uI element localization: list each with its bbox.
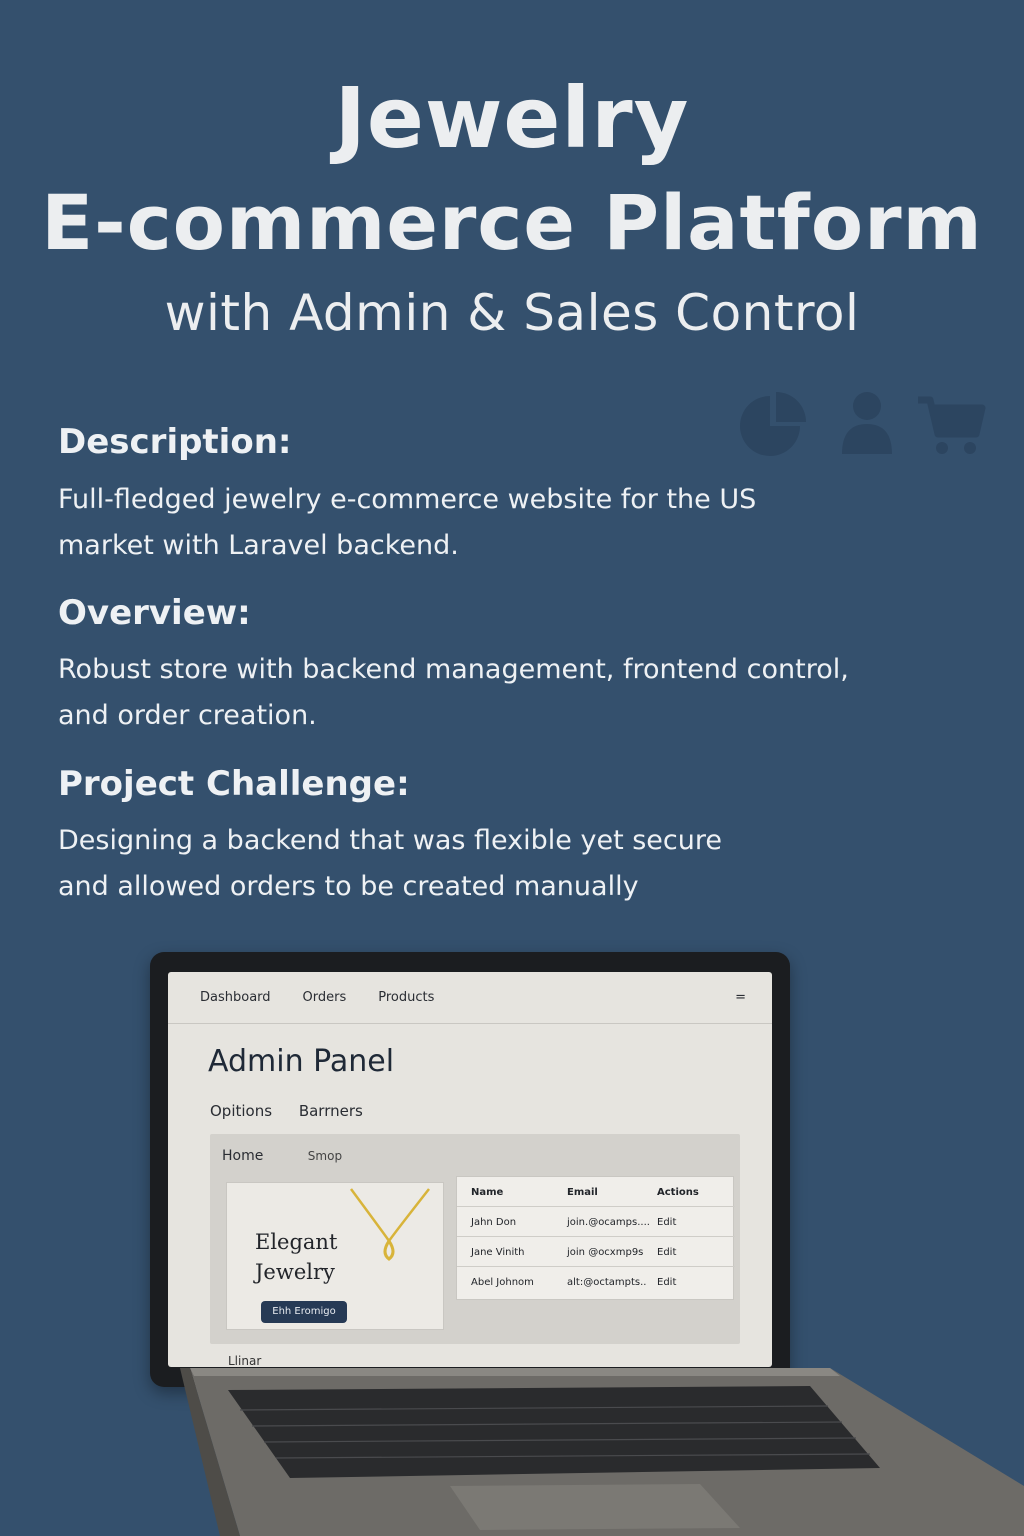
edit-link[interactable]: Edit <box>657 1277 676 1288</box>
table-row: Jane Vinith join @ocxmp9s Edit <box>457 1237 735 1267</box>
header-name: Name <box>471 1187 504 1198</box>
edit-link[interactable]: Edit <box>657 1247 676 1258</box>
users-table: Name Email Actions Jahn Don join.@ocamps… <box>456 1176 735 1300</box>
laptop-keyboard-base <box>180 1368 1024 1536</box>
nav-products[interactable]: Products <box>378 990 434 1005</box>
cart-icon <box>918 396 986 454</box>
header-actions: Actions <box>657 1187 699 1198</box>
edit-link[interactable]: Edit <box>657 1217 676 1228</box>
overview-line-1: Robust store with backend management, fr… <box>58 654 849 685</box>
description-line-2: market with Laravel backend. <box>58 530 459 561</box>
preview-nav-shop[interactable]: Smop <box>308 1149 342 1163</box>
hero-headline: Elegant Jewelry <box>255 1227 337 1287</box>
screen-footer-text: Llinar <box>228 1354 262 1367</box>
hero-line-1: Elegant <box>255 1230 338 1254</box>
cell-email: join @ocxmp9s <box>567 1247 644 1258</box>
challenge-line-1: Designing a backend that was flexible ye… <box>58 825 722 856</box>
overview-line-2: and order creation. <box>58 700 317 731</box>
table-row: Abel Johnom alt:@octampts.. Edit <box>457 1267 735 1297</box>
nav-orders[interactable]: Orders <box>303 990 347 1005</box>
cell-email: alt:@octampts.. <box>567 1277 647 1288</box>
menu-icon[interactable]: = <box>735 990 746 1005</box>
hero-button[interactable]: Ehh Eromigo <box>261 1301 347 1323</box>
feature-icons <box>738 388 988 468</box>
cell-email: join.@ocamps.... <box>567 1217 650 1228</box>
pie-chart-icon <box>740 392 806 456</box>
admin-subtabs: Opitions Barrners <box>210 1102 385 1120</box>
necklace-icon <box>349 1188 430 1261</box>
hero-banner: Elegant Jewelry Ehh Eromigo <box>226 1182 444 1330</box>
header-email: Email <box>567 1187 598 1198</box>
laptop-screen: Dashboard Orders Products = Admin Panel … <box>168 972 772 1367</box>
table-header: Name Email Actions <box>457 1177 735 1207</box>
tab-options[interactable]: Opitions <box>210 1102 272 1120</box>
nav-dashboard[interactable]: Dashboard <box>200 990 271 1005</box>
user-icon <box>842 392 892 454</box>
store-preview-nav: Home Smop <box>222 1148 382 1164</box>
tab-banners[interactable]: Barrners <box>299 1102 363 1120</box>
overview-heading: Overview: <box>58 593 251 633</box>
description-line-1: Full-fledged jewelry e-commerce website … <box>58 484 757 515</box>
title-line-2: E-commerce Platform <box>41 178 983 267</box>
laptop-mockup: Dashboard Orders Products = Admin Panel … <box>0 940 1024 1536</box>
cell-name: Jane Vinith <box>471 1247 525 1258</box>
laptop-lid: Dashboard Orders Products = Admin Panel … <box>150 952 790 1387</box>
cell-name: Abel Johnom <box>471 1277 534 1288</box>
cell-name: Jahn Don <box>471 1217 517 1228</box>
hero-line-2: Jewelry <box>255 1260 335 1284</box>
admin-nav: Dashboard Orders Products = <box>168 972 772 1024</box>
admin-panel-title: Admin Panel <box>208 1044 395 1079</box>
title-line-1: Jewelry <box>334 69 690 167</box>
table-row: Jahn Don join.@ocamps.... Edit <box>457 1207 735 1237</box>
subtitle: with Admin & Sales Control <box>164 284 860 342</box>
challenge-heading: Project Challenge: <box>58 764 410 804</box>
description-heading: Description: <box>58 422 292 462</box>
preview-nav-home[interactable]: Home <box>222 1148 263 1164</box>
challenge-line-2: and allowed orders to be created manuall… <box>58 871 639 902</box>
preview-panel: Home Smop Elegant Jewelry Ehh Eromigo Na… <box>210 1134 740 1344</box>
